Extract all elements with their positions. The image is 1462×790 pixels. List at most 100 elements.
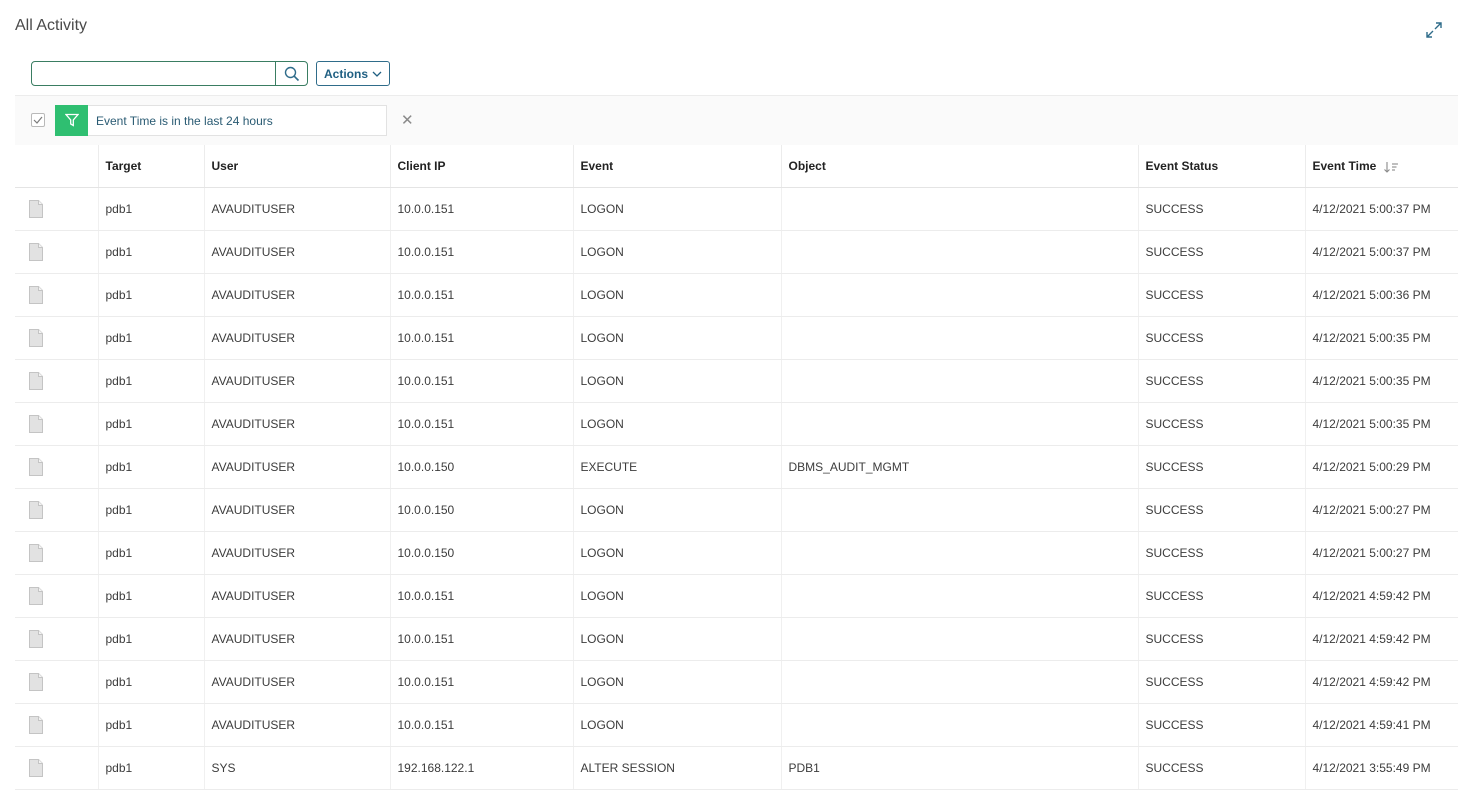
object-cell: DBMS_AUDIT_MGMT (781, 445, 1139, 489)
table-row[interactable]: pdb1 AVAUDITUSER 10.0.0.151 LOGON SUCCESS 4/1… (15, 273, 1458, 317)
time-cell: 4/12/2021 5:00:37 PM (1305, 230, 1458, 274)
client-ip-cell: 10.0.0.151 (390, 187, 574, 231)
user-cell: AVAUDITUSER (204, 187, 391, 231)
status-cell: SUCCESS (1138, 703, 1306, 747)
table-row[interactable]: pdb1 AVAUDITUSER 10.0.0.151 LOGON SUCCESS 4/1… (15, 230, 1458, 274)
table-row[interactable]: pdb1 AVAUDITUSER 10.0.0.151 LOGON SUCCESS 4/1… (15, 574, 1458, 618)
filter-checkbox[interactable] (31, 113, 45, 127)
object-cell (781, 316, 1139, 360)
object-cell (781, 574, 1139, 618)
client-ip-cell: 10.0.0.151 (390, 617, 574, 661)
document-icon[interactable] (28, 716, 44, 734)
row-details-cell (15, 445, 99, 489)
object-cell (781, 617, 1139, 661)
column-header-target[interactable]: Target (98, 145, 205, 188)
user-cell: AVAUDITUSER (204, 574, 391, 618)
row-details-cell (15, 531, 99, 575)
search-button[interactable] (275, 62, 307, 85)
table-row[interactable]: pdb1 AVAUDITUSER 10.0.0.151 LOGON SUCCESS 4/1… (15, 617, 1458, 661)
time-cell: 4/12/2021 4:59:42 PM (1305, 617, 1458, 661)
time-cell: 4/12/2021 5:00:27 PM (1305, 488, 1458, 532)
document-icon[interactable] (28, 372, 44, 390)
table-row[interactable]: pdb1 AVAUDITUSER 10.0.0.151 LOGON SUCCESS 4/1… (15, 660, 1458, 704)
table-row[interactable]: pdb1 AVAUDITUSER 10.0.0.151 LOGON SUCCESS 4/1… (15, 703, 1458, 747)
table-row[interactable]: pdb1 AVAUDITUSER 10.0.0.151 LOGON SUCCESS 4/1… (15, 359, 1458, 403)
search-input[interactable] (32, 62, 275, 85)
client-ip-cell: 10.0.0.151 (390, 230, 574, 274)
time-cell: 4/12/2021 5:00:37 PM (1305, 187, 1458, 231)
column-header-event-time-label: Event Time (1312, 159, 1377, 173)
document-icon[interactable] (28, 329, 44, 347)
document-icon[interactable] (28, 200, 44, 218)
event-cell: LOGON (573, 316, 782, 360)
table-row[interactable]: pdb1 AVAUDITUSER 10.0.0.151 LOGON SUCCESS 4/1… (15, 187, 1458, 231)
document-icon[interactable] (28, 286, 44, 304)
document-icon[interactable] (28, 415, 44, 433)
object-cell (781, 187, 1139, 231)
document-icon[interactable] (28, 501, 44, 519)
table-row[interactable]: pdb1 AVAUDITUSER 10.0.0.150 LOGON SUCCESS 4/1… (15, 488, 1458, 532)
document-icon[interactable] (28, 759, 44, 777)
time-cell: 4/12/2021 5:00:35 PM (1305, 316, 1458, 360)
event-cell: LOGON (573, 359, 782, 403)
document-icon[interactable] (28, 243, 44, 261)
row-details-cell (15, 703, 99, 747)
client-ip-cell: 10.0.0.150 (390, 531, 574, 575)
column-header-event[interactable]: Event (573, 145, 782, 188)
table-row[interactable]: pdb1 SYS 192.168.122.1 ALTER SESSION PDB1 SUC… (15, 746, 1458, 790)
table-row[interactable]: pdb1 AVAUDITUSER 10.0.0.151 LOGON SUCCESS 4/1… (15, 316, 1458, 360)
column-header-client-ip[interactable]: Client IP (390, 145, 574, 188)
target-cell: pdb1 (98, 574, 205, 618)
document-icon[interactable] (28, 673, 44, 691)
actions-label: Actions (323, 66, 368, 81)
filter-text: Event Time is in the last 24 hours (96, 113, 273, 128)
row-details-cell (15, 574, 99, 618)
event-cell: LOGON (573, 617, 782, 661)
client-ip-cell: 10.0.0.151 (390, 574, 574, 618)
status-cell: SUCCESS (1138, 187, 1306, 231)
table-row[interactable]: pdb1 AVAUDITUSER 10.0.0.150 EXECUTE DBMS_AUD… (15, 445, 1458, 489)
event-cell: LOGON (573, 660, 782, 704)
status-cell: SUCCESS (1138, 230, 1306, 274)
document-icon[interactable] (28, 587, 44, 605)
event-cell: LOGON (573, 402, 782, 446)
target-cell: pdb1 (98, 703, 205, 747)
status-cell: SUCCESS (1138, 531, 1306, 575)
search-icon (284, 66, 299, 81)
event-cell: LOGON (573, 531, 782, 575)
expand-icon[interactable] (1425, 21, 1443, 39)
table-row[interactable]: pdb1 AVAUDITUSER 10.0.0.150 LOGON SUCCESS 4/1… (15, 531, 1458, 575)
row-details-cell (15, 316, 99, 360)
target-cell: pdb1 (98, 488, 205, 532)
document-icon[interactable] (28, 458, 44, 476)
status-cell: SUCCESS (1138, 273, 1306, 317)
target-cell: pdb1 (98, 187, 205, 231)
column-header-user[interactable]: User (204, 145, 391, 188)
filter-chip[interactable]: Event Time is in the last 24 hours (55, 104, 387, 136)
target-cell: pdb1 (98, 617, 205, 661)
row-details-cell (15, 402, 99, 446)
client-ip-cell: 10.0.0.151 (390, 273, 574, 317)
client-ip-cell: 10.0.0.151 (390, 359, 574, 403)
event-cell: LOGON (573, 273, 782, 317)
column-header-event-time[interactable]: Event Time (1305, 145, 1458, 188)
event-cell: ALTER SESSION (573, 746, 782, 790)
column-header-object[interactable]: Object (781, 145, 1139, 188)
table-row[interactable]: pdb1 AVAUDITUSER 10.0.0.151 LOGON SUCCESS 4/1… (15, 402, 1458, 446)
table-body: pdb1 AVAUDITUSER 10.0.0.151 LOGON SUCCESS 4/1… (15, 187, 1458, 790)
object-cell (781, 230, 1139, 274)
client-ip-cell: 10.0.0.151 (390, 316, 574, 360)
row-details-cell (15, 230, 99, 274)
event-cell: LOGON (573, 187, 782, 231)
actions-button[interactable]: Actions (316, 61, 390, 86)
document-icon[interactable] (28, 544, 44, 562)
filter-remove-icon[interactable]: ✕ (401, 111, 414, 129)
column-header-event-status[interactable]: Event Status (1138, 145, 1306, 188)
document-icon[interactable] (28, 630, 44, 648)
user-cell: AVAUDITUSER (204, 359, 391, 403)
user-cell: AVAUDITUSER (204, 488, 391, 532)
filter-bar: Event Time is in the last 24 hours ✕ (15, 95, 1458, 145)
event-cell: LOGON (573, 488, 782, 532)
sort-descending-icon[interactable] (1383, 161, 1399, 173)
user-cell: SYS (204, 746, 391, 790)
